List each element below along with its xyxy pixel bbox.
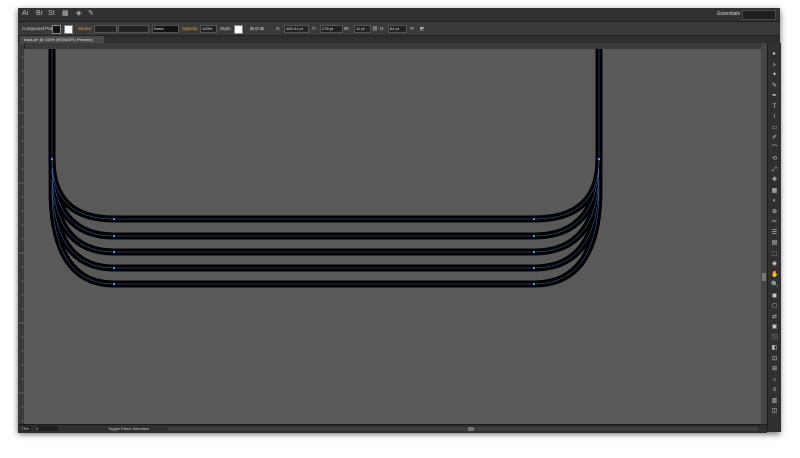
tool-23-icon[interactable]: ◼ xyxy=(771,293,778,299)
track-path-3 xyxy=(48,168,603,256)
tool-16-icon[interactable]: ✂ xyxy=(771,219,778,225)
zoom-field[interactable]: 73% xyxy=(21,426,31,431)
tool-4-icon[interactable]: ✒ xyxy=(771,93,778,99)
style-label: Style: xyxy=(220,26,232,31)
workspace-switcher[interactable]: Essentials xyxy=(717,10,740,18)
isolate-icon[interactable]: ◩ xyxy=(420,25,424,32)
tool-7-icon[interactable]: ▭ xyxy=(771,125,778,131)
stroke-swatch[interactable] xyxy=(64,25,73,34)
tool-28-icon[interactable]: ◧ xyxy=(771,345,778,351)
artwork xyxy=(48,49,603,288)
tool-10-icon[interactable]: ⟲ xyxy=(771,156,778,162)
transform-icon[interactable]: ⟲ xyxy=(410,25,414,32)
tool-0-icon[interactable]: ▸ xyxy=(771,51,778,57)
x-label: X: xyxy=(276,26,281,31)
constrain-icon[interactable]: ⛓ xyxy=(372,25,378,32)
track-path-2 xyxy=(48,158,603,240)
status-bar: 73% 1 Toggle Direct Selection xyxy=(18,424,767,433)
align-icons[interactable]: ⊞ ⊟ ⊠ xyxy=(250,25,264,32)
illustrator-logo-icon: Ai xyxy=(22,10,29,17)
track-paths xyxy=(48,49,603,288)
variable-width-profile[interactable] xyxy=(118,25,149,33)
tool-14-icon[interactable]: ◐ xyxy=(771,198,778,204)
tool-31-icon[interactable]: ⌂ xyxy=(771,377,778,383)
tools-panel: ▸ ▹ ✦ ✎ ✒ T / ▭ ✐ ⌒ ⟲ ⤢ ✥ ▦ ◐ ⊕ ✂ ☰ ▤ ⬚ ◉ ✋ 🔍 ◼ ◻ ⇄ ▣ ⬛ ◧ ⊡ ⊞ ⌂ ≡ ▥ ◫ xyxy=(767,43,781,432)
tool-9-icon[interactable]: ⌒ xyxy=(771,146,778,152)
tool-5-icon[interactable]: T xyxy=(771,104,778,110)
selection-type-label: Compound Path xyxy=(22,26,55,31)
opacity-label[interactable]: Opacity: xyxy=(182,25,199,32)
tool-30-icon[interactable]: ⊞ xyxy=(771,366,778,372)
document-tab-bar: track.ai* @ 100% (RGB/GPU Preview) xyxy=(18,36,780,43)
vertical-scroll-thumb[interactable] xyxy=(762,273,766,281)
tool-25-icon[interactable]: ⇄ xyxy=(771,314,778,320)
artboard-navigator[interactable]: 1 xyxy=(36,426,58,431)
track-path-1 xyxy=(48,49,603,223)
tool-8-icon[interactable]: ✐ xyxy=(771,135,778,141)
tool-20-icon[interactable]: ◉ xyxy=(771,261,778,267)
x-field[interactable]: 465.31 pt xyxy=(284,25,309,33)
tool-12-icon[interactable]: ✥ xyxy=(771,177,778,183)
y-label: Y: xyxy=(312,26,317,31)
horizontal-scrollbar[interactable] xyxy=(168,427,758,431)
bridge-icon[interactable]: Br xyxy=(36,10,43,18)
opacity-field[interactable]: 100% xyxy=(200,25,217,33)
height-field[interactable]: 64 pt xyxy=(388,25,407,33)
tool-26-icon[interactable]: ▣ xyxy=(771,324,778,330)
y-field[interactable]: 278 pt xyxy=(320,25,343,33)
stroke-label[interactable]: Stroke: xyxy=(78,25,92,32)
arrange-documents-icon[interactable]: ▦ xyxy=(62,10,69,18)
tool-27-icon[interactable]: ⬛ xyxy=(771,335,778,341)
graphic-style-swatch[interactable] xyxy=(234,25,243,34)
w-label: W: xyxy=(344,26,350,31)
horizontal-scroll-thumb[interactable] xyxy=(468,427,474,431)
feather-icon[interactable]: ✎ xyxy=(88,10,94,18)
tool-15-icon[interactable]: ⊕ xyxy=(771,209,778,215)
tool-21-icon[interactable]: ✋ xyxy=(771,272,778,278)
tool-13-icon[interactable]: ▦ xyxy=(771,188,778,194)
stock-icon[interactable]: St xyxy=(48,10,55,18)
tool-19-icon[interactable]: ⬚ xyxy=(771,251,778,257)
search-input[interactable] xyxy=(742,10,776,20)
gpu-performance-icon[interactable]: ◈ xyxy=(76,10,81,18)
tool-3-icon[interactable]: ✎ xyxy=(771,83,778,89)
tool-11-icon[interactable]: ⤢ xyxy=(771,167,778,173)
tool-2-icon[interactable]: ✦ xyxy=(771,72,778,78)
tool-34-icon[interactable]: ◫ xyxy=(771,408,778,414)
stroke-weight-field[interactable] xyxy=(94,25,117,33)
status-text[interactable]: Toggle Direct Selection xyxy=(108,426,149,431)
tool-18-icon[interactable]: ▤ xyxy=(771,240,778,246)
document-tab[interactable]: track.ai* @ 100% (RGB/GPU Preview) xyxy=(20,36,104,43)
tool-22-icon[interactable]: 🔍 xyxy=(771,282,778,288)
tool-32-icon[interactable]: ≡ xyxy=(771,387,778,393)
artboard-canvas[interactable] xyxy=(24,49,767,424)
app-window: Ai Br St ▦ ◈ ✎ Essentials Compound Path … xyxy=(18,8,781,433)
width-field[interactable]: 11 pt xyxy=(354,25,371,33)
tool-29-icon[interactable]: ⊡ xyxy=(771,356,778,362)
fill-swatch[interactable] xyxy=(52,25,61,34)
control-panel: Compound Path Stroke: Basic Opacity: 100… xyxy=(18,22,780,36)
h-label: H: xyxy=(380,26,385,31)
tool-17-icon[interactable]: ☰ xyxy=(771,230,778,236)
brush-definition[interactable]: Basic xyxy=(152,25,179,33)
application-bar: Ai Br St ▦ ◈ ✎ Essentials xyxy=(18,8,780,22)
tool-24-icon[interactable]: ◻ xyxy=(771,303,778,309)
tool-1-icon[interactable]: ▹ xyxy=(771,62,778,68)
tool-6-icon[interactable]: / xyxy=(771,114,778,120)
tool-33-icon[interactable]: ▥ xyxy=(771,398,778,404)
